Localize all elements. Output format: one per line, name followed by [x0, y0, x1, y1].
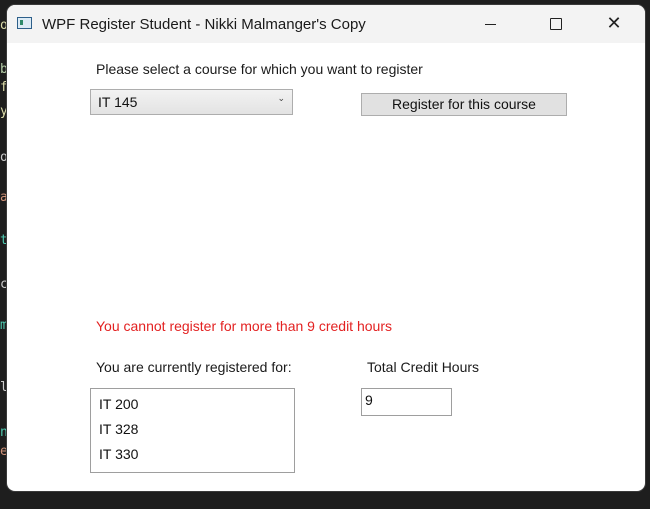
- register-button[interactable]: Register for this course: [361, 93, 567, 116]
- window-title: WPF Register Student - Nikki Malmanger's…: [42, 16, 366, 33]
- credit-hours-field[interactable]: 9: [361, 388, 452, 416]
- credit-hours-label: Total Credit Hours: [367, 359, 480, 375]
- course-select-value: IT 145: [98, 94, 138, 110]
- registered-label: You are currently registered for:: [96, 359, 292, 375]
- list-item[interactable]: IT 328: [99, 421, 138, 437]
- list-item[interactable]: IT 200: [99, 396, 138, 412]
- chevron-down-icon: ⌄: [277, 94, 285, 104]
- error-message: You cannot register for more than 9 cred…: [96, 318, 392, 334]
- minimize-icon: [484, 23, 496, 25]
- maximize-icon: [550, 18, 562, 30]
- app-window: WPF Register Student - Nikki Malmanger's…: [7, 5, 645, 491]
- title-bar[interactable]: WPF Register Student - Nikki Malmanger's…: [7, 5, 645, 43]
- close-button[interactable]: ✕: [591, 5, 637, 43]
- registered-courses-list[interactable]: IT 200 IT 328 IT 330: [90, 388, 295, 473]
- minimize-button[interactable]: [467, 5, 513, 43]
- close-icon: ✕: [606, 13, 622, 34]
- maximize-button[interactable]: [533, 5, 579, 43]
- app-icon: [17, 17, 32, 29]
- credit-hours-value: 9: [365, 392, 373, 408]
- list-item[interactable]: IT 330: [99, 446, 138, 462]
- course-prompt-label: Please select a course for which you wan…: [96, 61, 423, 77]
- course-select[interactable]: IT 145 ⌄: [90, 89, 293, 115]
